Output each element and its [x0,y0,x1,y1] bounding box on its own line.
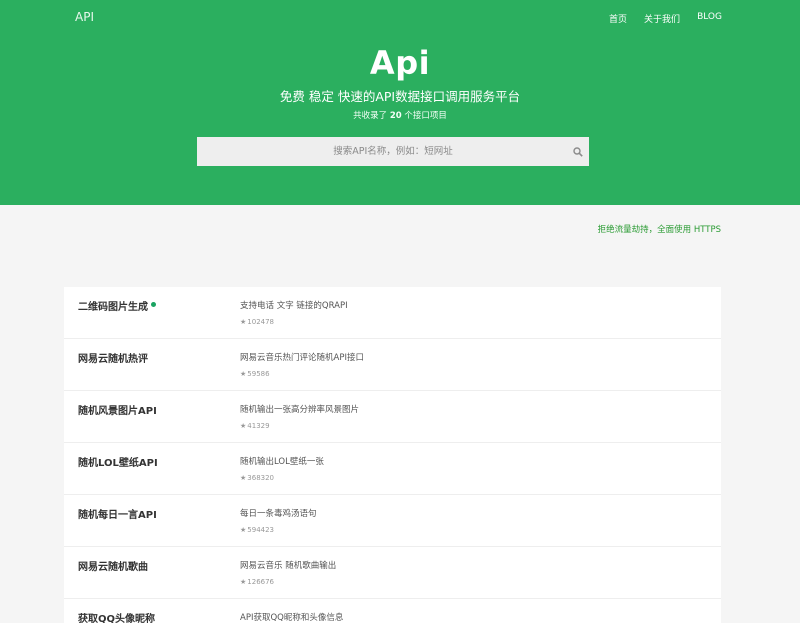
api-list: 二维码图片生成 支持电话 文字 链接的QRAPI ★102478 网易云随机热评… [64,287,721,623]
star-icon: ★ [240,526,247,534]
api-stars: ★102478 [240,318,274,326]
api-desc: 每日一条毒鸡汤语句 [240,509,317,519]
api-count: 共收录了 20 个接口项目 [0,109,800,121]
api-name-text[interactable]: 随机每日一言API [78,510,157,521]
star-icon: ★ [240,422,247,430]
api-stars-count: 59586 [247,370,270,378]
api-name[interactable]: 网易云随机热评 [78,350,148,365]
api-row[interactable]: 随机风景图片API 随机输出一张高分辨率风景图片 ★41329 [64,391,721,443]
api-name-text[interactable]: 获取QQ头像昵称 [78,614,155,623]
api-row[interactable]: 随机每日一言API 每日一条毒鸡汤语句 ★594423 [64,495,721,547]
nav-about[interactable]: 关于我们 [644,12,680,25]
api-name[interactable]: 随机LOL壁纸API [78,454,158,469]
api-name-text[interactable]: 随机LOL壁纸API [78,458,158,469]
page-title: Api [369,44,431,82]
top-nav: 首页 关于我们 BLOG [609,12,722,25]
star-icon: ★ [240,318,247,326]
https-notice: 拒绝流量劫持，全面使用 HTTPS [597,225,721,235]
api-stars-count: 594423 [247,526,275,534]
hero-header: API 首页 关于我们 BLOG Api 免费 稳定 快速的API数据接口调用服… [0,0,800,205]
search-input[interactable] [197,137,589,166]
api-name-text[interactable]: 随机风景图片API [78,406,157,417]
api-desc: 支持电话 文字 链接的QRAPI [240,301,348,311]
star-icon: ★ [240,578,247,586]
api-stars: ★41329 [240,422,270,430]
api-name[interactable]: 随机每日一言API [78,506,157,521]
search-box [197,137,589,166]
api-stars-count: 126676 [247,578,275,586]
api-desc: 随机输出一张高分辨率风景图片 [240,405,360,415]
page-subtitle: 免费 稳定 快速的API数据接口调用服务平台 [279,89,521,104]
new-dot-icon [151,302,156,307]
api-name[interactable]: 获取QQ头像昵称 [78,610,155,623]
api-stars: ★126676 [240,578,274,586]
api-row[interactable]: 二维码图片生成 支持电话 文字 链接的QRAPI ★102478 [64,287,721,339]
api-count-suffix: 个接口项目 [404,111,447,121]
api-name[interactable]: 二维码图片生成 [78,298,156,313]
nav-home[interactable]: 首页 [609,12,627,25]
api-stars: ★594423 [240,526,274,534]
star-icon: ★ [240,474,247,482]
search-icon[interactable] [573,147,583,157]
api-row[interactable]: 网易云随机歌曲 网易云音乐 随机歌曲输出 ★126676 [64,547,721,599]
api-desc: 网易云音乐热门评论随机API接口 [240,353,364,363]
api-desc: 网易云音乐 随机歌曲输出 [240,561,337,571]
api-name-text[interactable]: 网易云随机歌曲 [78,562,148,573]
api-desc: API获取QQ昵称和头像信息 [240,613,344,623]
api-row[interactable]: 获取QQ头像昵称 API获取QQ昵称和头像信息 [64,599,721,623]
api-count-value: 20 [389,111,402,121]
site-logo[interactable]: API [75,10,94,24]
api-stars-count: 102478 [247,318,275,326]
api-name[interactable]: 随机风景图片API [78,402,157,417]
nav-blog[interactable]: BLOG [697,12,722,25]
api-name-text[interactable]: 二维码图片生成 [78,302,148,313]
star-icon: ★ [240,370,247,378]
api-desc: 随机输出LOL壁纸一张 [240,457,324,467]
api-count-prefix: 共收录了 [353,111,388,121]
api-row[interactable]: 随机LOL壁纸API 随机输出LOL壁纸一张 ★368320 [64,443,721,495]
api-row[interactable]: 网易云随机热评 网易云音乐热门评论随机API接口 ★59586 [64,339,721,391]
api-stars-count: 368320 [247,474,275,482]
api-stars-count: 41329 [247,422,270,430]
api-stars: ★368320 [240,474,274,482]
api-name-text[interactable]: 网易云随机热评 [78,354,148,365]
api-stars: ★59586 [240,370,270,378]
api-name[interactable]: 网易云随机歌曲 [78,558,148,573]
